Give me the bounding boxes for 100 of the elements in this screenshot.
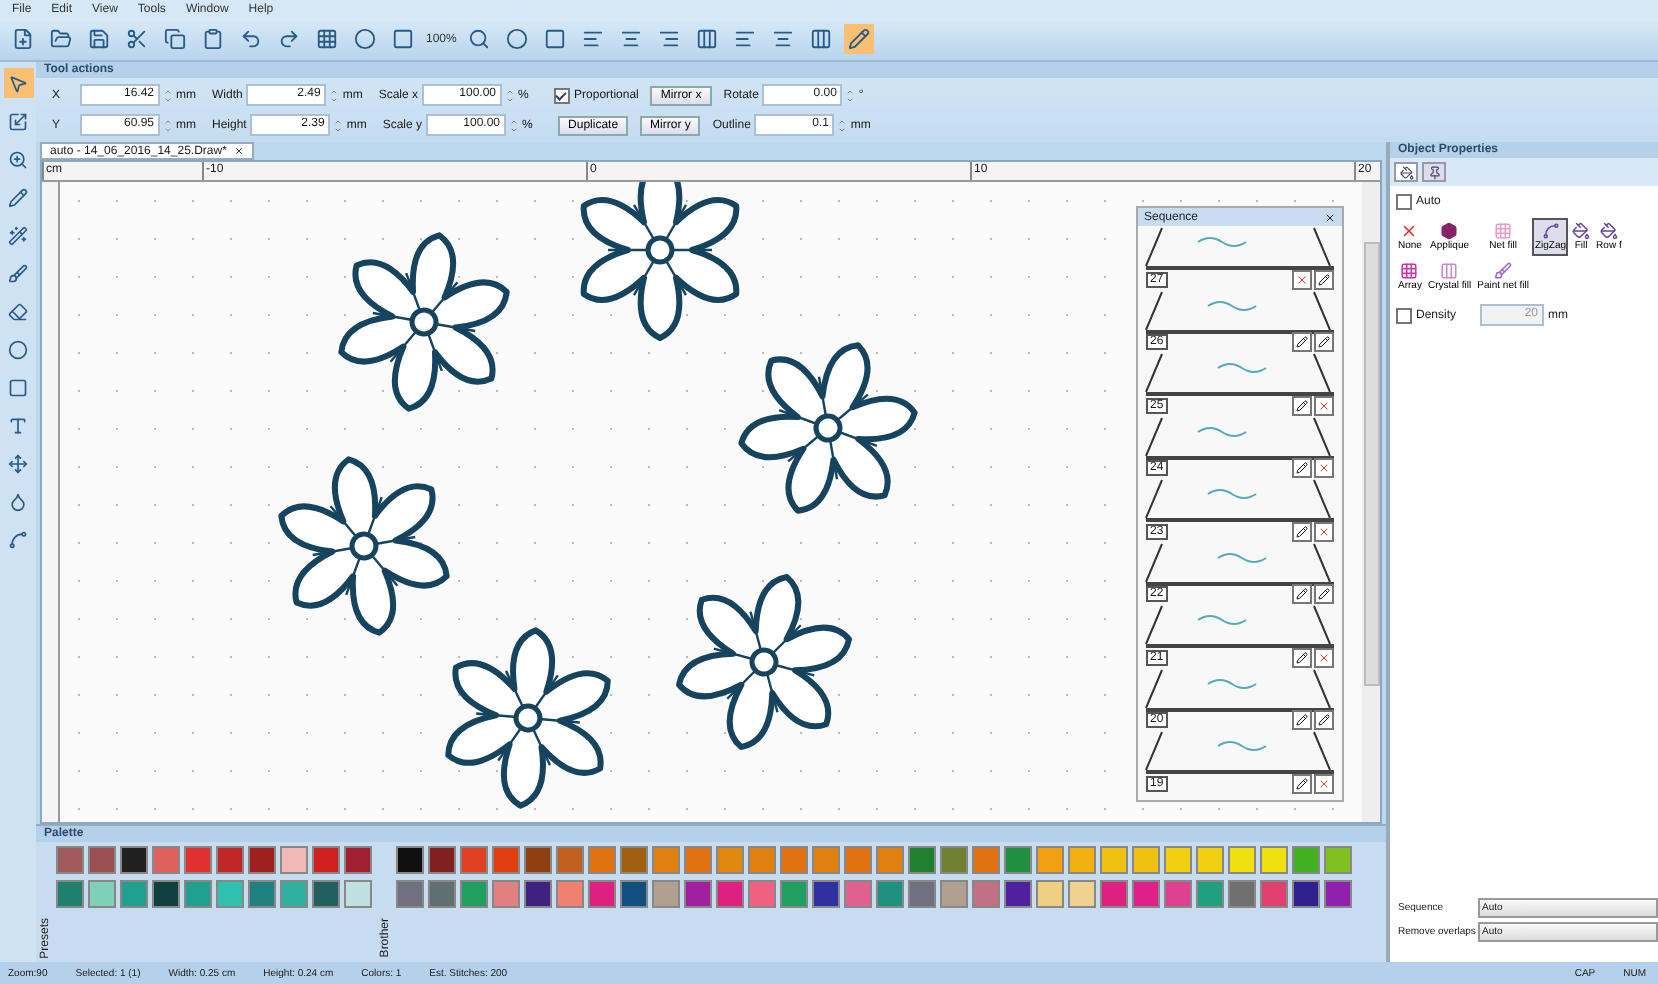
color-swatch[interactable] (876, 880, 904, 908)
toolbar-button[interactable] (350, 24, 380, 54)
color-swatch[interactable] (780, 880, 808, 908)
color-swatch[interactable] (1260, 846, 1288, 874)
color-swatch[interactable] (184, 880, 212, 908)
color-swatch[interactable] (972, 846, 1000, 874)
color-swatch[interactable] (876, 846, 904, 874)
color-swatch[interactable] (120, 880, 148, 908)
color-swatch[interactable] (312, 846, 340, 874)
color-swatch[interactable] (1164, 880, 1192, 908)
color-swatch[interactable] (1228, 880, 1256, 908)
color-swatch[interactable] (1196, 846, 1224, 874)
color-swatch[interactable] (844, 846, 872, 874)
color-swatch[interactable] (1100, 880, 1128, 908)
color-swatch[interactable] (812, 880, 840, 908)
color-swatch[interactable] (1324, 846, 1352, 874)
panel-tab[interactable] (1422, 162, 1446, 182)
color-swatch[interactable] (652, 846, 680, 874)
color-swatch[interactable] (748, 880, 776, 908)
scrollbar[interactable] (1362, 182, 1380, 822)
color-swatch[interactable] (716, 846, 744, 874)
color-swatch[interactable] (588, 846, 616, 874)
color-swatch[interactable] (56, 846, 84, 874)
color-swatch[interactable] (812, 846, 840, 874)
color-swatch[interactable] (1132, 880, 1160, 908)
color-swatch[interactable] (1132, 846, 1160, 874)
toolbar-button[interactable] (844, 24, 875, 54)
color-swatch[interactable] (844, 880, 872, 908)
color-swatch[interactable] (908, 880, 936, 908)
color-swatch[interactable] (460, 846, 488, 874)
color-swatch[interactable] (652, 880, 680, 908)
pencil-icon[interactable] (1296, 462, 1308, 474)
toolbar-button[interactable] (388, 24, 418, 54)
color-swatch[interactable] (620, 846, 648, 874)
color-swatch[interactable] (1228, 846, 1256, 874)
color-swatch[interactable] (940, 880, 968, 908)
color-swatch[interactable] (556, 846, 584, 874)
color-swatch[interactable] (716, 880, 744, 908)
color-swatch[interactable] (684, 880, 712, 908)
color-swatch[interactable] (88, 846, 116, 874)
color-swatch[interactable] (1196, 880, 1224, 908)
color-swatch[interactable] (396, 846, 424, 874)
color-swatch[interactable] (620, 880, 648, 908)
color-swatch[interactable] (972, 880, 1000, 908)
color-swatch[interactable] (152, 880, 180, 908)
checkbox[interactable] (1396, 194, 1412, 210)
color-swatch[interactable] (1036, 880, 1064, 908)
color-swatch[interactable] (216, 846, 244, 874)
color-swatch[interactable] (908, 846, 936, 874)
color-swatch[interactable] (428, 846, 456, 874)
color-swatch[interactable] (588, 880, 616, 908)
color-swatch[interactable] (344, 880, 372, 908)
color-swatch[interactable] (216, 880, 244, 908)
color-swatch[interactable] (56, 880, 84, 908)
color-swatch[interactable] (184, 846, 212, 874)
color-swatch[interactable] (684, 846, 712, 874)
color-swatch[interactable] (280, 846, 308, 874)
color-swatch[interactable] (428, 880, 456, 908)
checkbox[interactable] (554, 87, 571, 103)
color-swatch[interactable] (1292, 880, 1320, 908)
color-swatch[interactable] (248, 880, 276, 908)
color-swatch[interactable] (1004, 880, 1032, 908)
pencil-icon[interactable] (1296, 525, 1308, 537)
pencil-icon[interactable] (1296, 651, 1308, 663)
color-swatch[interactable] (344, 846, 372, 874)
color-swatch[interactable] (748, 846, 776, 874)
pencil-icon[interactable] (1318, 273, 1330, 285)
color-swatch[interactable] (88, 880, 116, 908)
color-swatch[interactable] (524, 846, 552, 874)
close-icon[interactable] (1324, 211, 1336, 223)
pencil-icon[interactable] (1296, 399, 1308, 411)
panel-tab[interactable] (1394, 162, 1418, 182)
toolbar-button[interactable] (84, 24, 114, 54)
color-swatch[interactable] (492, 846, 520, 874)
color-swatch[interactable] (524, 880, 552, 908)
color-swatch[interactable] (248, 846, 276, 874)
color-swatch[interactable] (312, 880, 340, 908)
color-swatch[interactable] (1100, 846, 1128, 874)
color-swatch[interactable] (1068, 846, 1096, 874)
color-swatch[interactable] (1068, 880, 1096, 908)
color-swatch[interactable] (940, 846, 968, 874)
toolbar-button[interactable] (160, 24, 190, 54)
color-swatch[interactable] (1036, 846, 1064, 874)
color-swatch[interactable] (780, 846, 808, 874)
color-swatch[interactable] (1164, 846, 1192, 874)
color-swatch[interactable] (280, 880, 308, 908)
toolbar-button[interactable] (312, 24, 342, 54)
color-swatch[interactable] (152, 846, 180, 874)
color-swatch[interactable] (120, 846, 148, 874)
tool-button[interactable] (3, 68, 33, 98)
color-swatch[interactable] (1004, 846, 1032, 874)
color-swatch[interactable] (492, 880, 520, 908)
color-swatch[interactable] (556, 880, 584, 908)
color-swatch[interactable] (1324, 880, 1352, 908)
toolbar-button[interactable] (502, 24, 533, 54)
color-swatch[interactable] (1260, 880, 1288, 908)
color-swatch[interactable] (460, 880, 488, 908)
color-swatch[interactable] (396, 880, 424, 908)
color-swatch[interactable] (1292, 846, 1320, 874)
pencil-icon[interactable] (1296, 777, 1308, 789)
